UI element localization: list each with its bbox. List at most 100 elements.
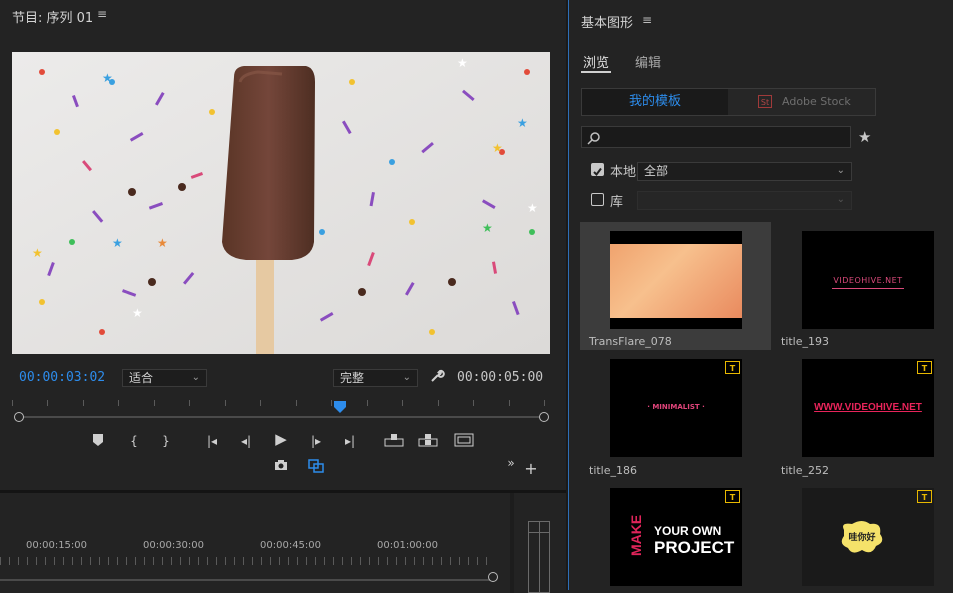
chevron-down-icon: ⌄ bbox=[191, 372, 200, 383]
library-checkbox[interactable] bbox=[591, 193, 604, 206]
step-forward-icon: |▸ bbox=[310, 434, 322, 448]
text-template-badge-icon: T bbox=[725, 361, 740, 374]
template-item[interactable]: T MAKE YOUR OWN PROJECT bbox=[580, 482, 771, 590]
template-thumbnail bbox=[610, 231, 742, 329]
video-frame: ★ ★ ★ ★ ★ ★ ★ ★ ★ ★ bbox=[12, 52, 550, 354]
add-button[interactable]: + bbox=[524, 461, 538, 477]
adobe-stock-label: Adobe Stock bbox=[782, 95, 851, 108]
svg-text:★: ★ bbox=[457, 56, 468, 70]
toggle-proxy-button[interactable] bbox=[307, 459, 325, 477]
local-select[interactable]: 全部 ⌄ bbox=[637, 162, 852, 181]
template-name: TransFlare_078 bbox=[589, 335, 672, 348]
playhead-ruler[interactable] bbox=[12, 400, 550, 412]
ruler-label: 00:00:15:00 bbox=[26, 540, 88, 551]
add-marker-button[interactable] bbox=[90, 433, 106, 451]
svg-text:★: ★ bbox=[157, 236, 168, 250]
template-thumbnail: T · MINIMALIST · bbox=[610, 359, 742, 457]
text-template-badge-icon: T bbox=[725, 490, 740, 503]
program-monitor-panel: 节目: 序列 01 ≡ ★ ★ ★ ★ ★ ★ ★ ★ ★ ★ 00:00:03… bbox=[0, 0, 566, 490]
zoom-handle-right[interactable] bbox=[539, 412, 549, 422]
menu-icon[interactable]: ≡ bbox=[97, 7, 107, 21]
go-to-out-icon: ▸| bbox=[344, 434, 356, 448]
search-icon bbox=[587, 132, 600, 145]
checkmark-icon bbox=[593, 167, 602, 177]
star-icon[interactable]: ★ bbox=[858, 128, 871, 146]
play-icon: ▶ bbox=[275, 430, 287, 448]
zoom-scrollbar[interactable] bbox=[18, 416, 544, 418]
template-thumbnail: VIDEOHIVE.NET bbox=[802, 231, 934, 329]
ruler-label: 00:00:30:00 bbox=[143, 540, 205, 551]
template-name: title_193 bbox=[781, 335, 830, 348]
local-label: 本地 bbox=[610, 165, 637, 180]
go-to-in-button[interactable]: |◂ bbox=[202, 433, 222, 449]
search-input[interactable] bbox=[581, 126, 851, 148]
template-item[interactable]: VIDEOHIVE.NET title_193 bbox=[772, 222, 953, 350]
local-checkbox[interactable] bbox=[591, 163, 604, 177]
template-item[interactable]: TransFlare_078 bbox=[580, 222, 771, 350]
svg-text:★: ★ bbox=[492, 141, 503, 155]
template-name: title_186 bbox=[589, 464, 638, 477]
extract-button[interactable] bbox=[418, 433, 438, 451]
tab-browse[interactable]: 浏览 bbox=[581, 52, 611, 73]
template-name: title_252 bbox=[781, 464, 830, 477]
proxy-icon bbox=[308, 459, 324, 473]
timeline-scrollbar[interactable] bbox=[0, 579, 492, 581]
lift-button[interactable] bbox=[384, 433, 404, 451]
chevron-down-icon: ⌄ bbox=[836, 165, 845, 176]
ruler-label: 00:00:45:00 bbox=[260, 540, 322, 551]
safe-margins-icon bbox=[454, 433, 474, 447]
step-forward-button[interactable]: |▸ bbox=[306, 433, 326, 449]
source-toggle: 我的模板 St Adobe Stock bbox=[581, 88, 876, 116]
timeline-left-area: 00:00:15:00 00:00:30:00 00:00:45:00 00:0… bbox=[0, 493, 510, 593]
essential-graphics-panel: 基本图形 ≡ 浏览 编辑 我的模板 St Adobe Stock ★ 本地 全部… bbox=[568, 0, 953, 590]
safe-margins-button[interactable] bbox=[454, 433, 474, 451]
quality-select[interactable]: 完整 ⌄ bbox=[333, 369, 418, 387]
template-preview-text: · MINIMALIST · bbox=[647, 403, 705, 411]
extract-icon bbox=[418, 434, 438, 447]
current-timecode[interactable]: 00:00:03:02 bbox=[19, 370, 105, 385]
adobe-stock-button[interactable]: St Adobe Stock bbox=[728, 89, 875, 115]
svg-text:★: ★ bbox=[102, 71, 113, 85]
wrench-icon[interactable] bbox=[429, 368, 445, 384]
template-preview-make: MAKE bbox=[628, 514, 644, 556]
essential-graphics-title[interactable]: 基本图形 bbox=[581, 12, 633, 31]
mark-in-icon: { bbox=[130, 434, 138, 448]
mark-in-button[interactable]: { bbox=[126, 433, 142, 449]
timeline-ruler[interactable] bbox=[0, 557, 490, 565]
export-frame-button[interactable] bbox=[273, 459, 289, 475]
svg-text:★: ★ bbox=[32, 246, 43, 260]
popsicle-image: ★ ★ ★ ★ ★ ★ ★ ★ ★ ★ bbox=[12, 52, 550, 354]
fit-select[interactable]: 适合 ⌄ bbox=[122, 369, 207, 387]
duration-timecode: 00:00:05:00 bbox=[457, 370, 544, 385]
tab-edit-label: 编辑 bbox=[635, 56, 662, 71]
timeline-scroll-handle[interactable] bbox=[488, 572, 498, 582]
library-select[interactable]: ⌄ bbox=[637, 191, 852, 210]
step-back-button[interactable]: ◂| bbox=[236, 433, 256, 449]
template-item[interactable]: T · MINIMALIST · title_186 bbox=[580, 352, 771, 480]
template-preview-text: VIDEOHIVE.NET bbox=[833, 276, 903, 285]
template-item[interactable]: T WWW.VIDEOHIVE.NET title_252 bbox=[772, 352, 953, 480]
chevron-down-icon: ⌄ bbox=[836, 194, 845, 205]
my-templates-button[interactable]: 我的模板 bbox=[582, 89, 728, 115]
tab-edit[interactable]: 编辑 bbox=[635, 52, 661, 71]
playhead-icon[interactable] bbox=[334, 398, 346, 413]
adobe-stock-icon: St bbox=[758, 95, 772, 108]
overflow-button[interactable]: » bbox=[504, 455, 518, 471]
template-thumbnail: T WWW.VIDEOHIVE.NET bbox=[802, 359, 934, 457]
program-panel-title[interactable]: 节目: 序列 01 bbox=[12, 7, 93, 26]
svg-text:★: ★ bbox=[517, 116, 528, 130]
audio-meter bbox=[528, 521, 550, 593]
chevron-down-icon: ⌄ bbox=[402, 372, 411, 383]
play-button[interactable]: ▶ bbox=[271, 431, 291, 447]
template-preview-text: 哇你好 bbox=[848, 533, 876, 543]
template-item[interactable]: T 哇你好 bbox=[772, 482, 953, 590]
svg-text:★: ★ bbox=[527, 201, 538, 215]
menu-icon[interactable]: ≡ bbox=[642, 13, 652, 27]
mark-out-button[interactable]: } bbox=[158, 433, 174, 449]
zoom-handle-left[interactable] bbox=[14, 412, 24, 422]
template-preview-text: WWW.VIDEOHIVE.NET bbox=[814, 402, 922, 413]
go-to-out-button[interactable]: ▸| bbox=[340, 433, 360, 449]
go-to-in-icon: |◂ bbox=[206, 434, 218, 448]
svg-text:★: ★ bbox=[132, 306, 143, 320]
tab-browse-label: 浏览 bbox=[583, 56, 610, 71]
